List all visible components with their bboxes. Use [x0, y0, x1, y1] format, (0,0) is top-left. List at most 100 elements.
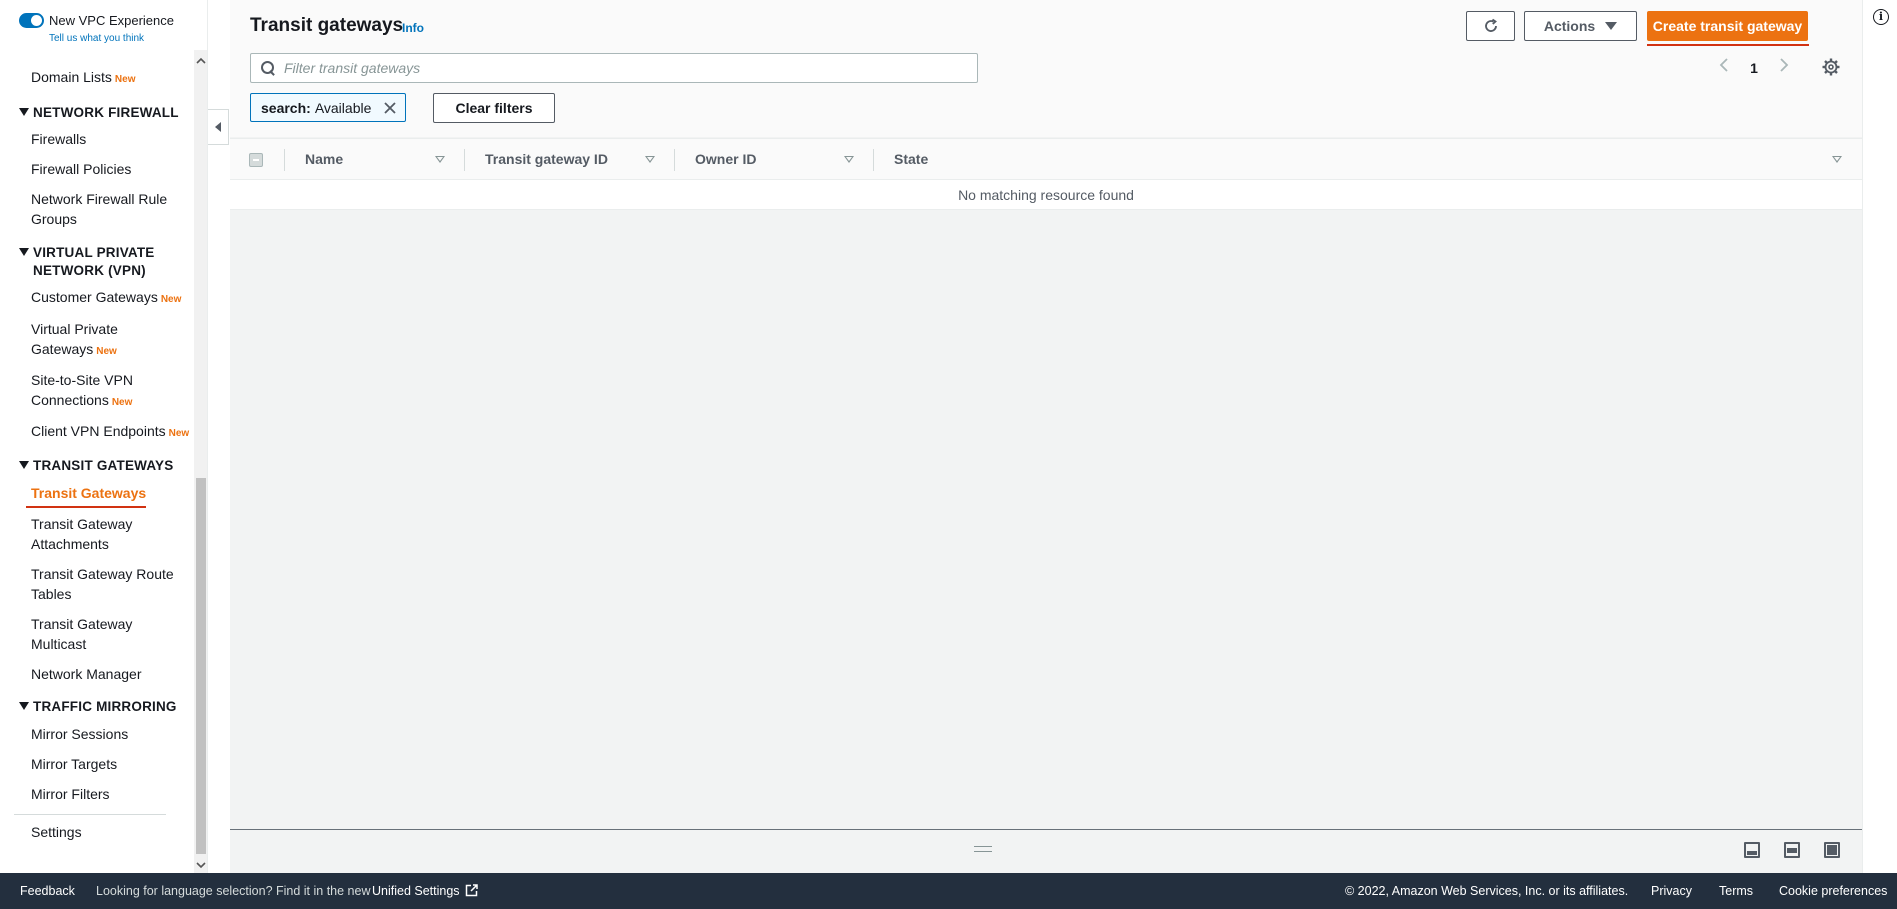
empty-table-message: No matching resource found [230, 180, 1862, 210]
column-separator[interactable] [873, 149, 874, 171]
sidebar-divider [14, 814, 166, 815]
search-input-container[interactable] [250, 53, 978, 83]
sidebar-item-transit-gateway-route-tables[interactable]: Transit Gateway Route Tables [31, 564, 191, 604]
collapse-sidebar-button[interactable] [208, 109, 229, 145]
panel-bottom-icon[interactable] [1744, 842, 1760, 858]
console-footer: Feedback Looking for language selection?… [0, 873, 1897, 909]
refresh-button[interactable] [1466, 11, 1515, 41]
sidebar-navigation: New VPC Experience Tell us what you thin… [0, 0, 208, 873]
vpc-experience-toggle[interactable]: New VPC Experience [19, 13, 174, 28]
section-label: VIRTUAL PRIVATE NETWORK (VPN) [33, 245, 155, 278]
vpc-feedback-link[interactable]: Tell us what you think [49, 33, 144, 44]
scroll-down-arrow-icon[interactable] [196, 860, 206, 870]
column-separator[interactable] [674, 149, 675, 171]
sidebar-item-label: Mirror Targets [31, 756, 118, 772]
filter-token-value: Available [314, 99, 372, 116]
sidebar-item-label: Transit Gateway Route Tables [31, 566, 174, 602]
panel-full-icon[interactable] [1824, 842, 1840, 858]
page-number[interactable]: 1 [1734, 60, 1774, 76]
language-notice: Looking for language selection? Find it … [96, 884, 371, 898]
section-label: NETWORK FIREWALL [33, 105, 179, 120]
sidebar-item-firewalls[interactable]: Firewalls [31, 129, 191, 149]
refresh-icon [1484, 18, 1497, 32]
clear-filters-button[interactable]: Clear filters [433, 93, 555, 123]
column-header-state[interactable]: State [894, 151, 928, 167]
sidebar-item-label: Transit Gateways [31, 485, 147, 501]
scroll-up-arrow-icon[interactable] [196, 56, 206, 66]
column-separator[interactable] [464, 149, 465, 171]
info-icon[interactable]: i [1873, 9, 1889, 25]
caret-left-icon [215, 122, 221, 132]
sidebar-item-label: Mirror Sessions [31, 726, 129, 742]
new-badge: New [111, 397, 133, 408]
sidebar-item-label: Firewall Policies [31, 161, 132, 177]
sort-icon[interactable] [1832, 156, 1842, 163]
sidebar-item-mirror-targets[interactable]: Mirror Targets [31, 754, 191, 774]
sidebar-item-label: Transit Gateway Attachments [31, 516, 133, 552]
select-all-checkbox[interactable] [249, 153, 263, 167]
copyright-text: © 2022, Amazon Web Services, Inc. or its… [1345, 884, 1629, 898]
sidebar-item-domain-lists[interactable]: Domain Lists New [31, 67, 191, 90]
drag-handle-icon[interactable] [974, 846, 992, 852]
sort-icon[interactable] [435, 156, 445, 163]
feedback-link[interactable]: Feedback [20, 884, 75, 898]
new-badge: New [160, 294, 182, 305]
search-input[interactable] [284, 60, 964, 76]
sidebar-item-customer-gateways[interactable]: Customer Gateways New [31, 287, 191, 310]
table-header-row: Name Transit gateway ID Owner ID State [230, 138, 1862, 180]
section-traffic-mirroring[interactable]: TRAFFIC MIRRORING [19, 698, 189, 716]
sidebar-item-settings[interactable]: Settings [31, 822, 191, 842]
vpc-toggle-label: New VPC Experience [49, 13, 174, 28]
actions-dropdown-button[interactable]: Actions [1524, 11, 1637, 41]
new-badge: New [96, 346, 117, 357]
sidebar-item-transit-gateway-multicast[interactable]: Transit Gateway Multicast [31, 614, 161, 654]
pagination: 1 [1714, 56, 1794, 79]
chevron-left-icon[interactable] [1714, 56, 1734, 79]
section-transit-gateways[interactable]: TRANSIT GATEWAYS [19, 457, 189, 475]
sidebar-item-network-manager[interactable]: Network Manager [31, 664, 191, 684]
sidebar-item-mirror-filters[interactable]: Mirror Filters [31, 784, 191, 804]
sidebar-item-label: Transit Gateway Multicast [31, 616, 133, 652]
sidebar-item-site-to-site-vpn[interactable]: Site-to-Site VPN Connections New [31, 370, 151, 413]
sidebar-scrollbar[interactable] [194, 50, 207, 873]
panel-side-icon[interactable] [1784, 842, 1800, 858]
sidebar-item-transit-gateway-attachments[interactable]: Transit Gateway Attachments [31, 514, 161, 554]
create-transit-gateway-button[interactable]: Create transit gateway [1647, 11, 1808, 41]
column-header-name[interactable]: Name [305, 151, 343, 167]
unified-settings-link[interactable]: Unified Settings [372, 884, 478, 898]
chevron-right-icon[interactable] [1774, 56, 1794, 79]
sort-icon[interactable] [645, 156, 655, 163]
filter-token-key: search: [261, 99, 311, 116]
scroll-thumb[interactable] [196, 478, 206, 854]
gear-icon[interactable] [1822, 58, 1840, 76]
sort-icon[interactable] [844, 156, 854, 163]
terms-link[interactable]: Terms [1719, 884, 1753, 898]
sidebar-item-mirror-sessions[interactable]: Mirror Sessions [31, 724, 191, 744]
sidebar-item-label: Client VPN Endpoints [31, 423, 166, 439]
column-header-owner-id[interactable]: Owner ID [695, 151, 756, 167]
unified-settings-label: Unified Settings [372, 884, 460, 898]
sidebar-item-label: Domain Lists [31, 69, 112, 85]
external-link-icon [465, 884, 478, 897]
sidebar-item-client-vpn-endpoints[interactable]: Client VPN Endpoints New [31, 421, 206, 444]
sidebar-item-transit-gateways[interactable]: Transit Gateways [31, 483, 191, 503]
privacy-link[interactable]: Privacy [1651, 884, 1692, 898]
sidebar-item-label: Network Manager [31, 666, 142, 682]
sidebar-item-network-firewall-rule-groups[interactable]: Network Firewall Rule Groups [31, 189, 181, 229]
table-header-area: Transit gateways Info Actions Create tra… [230, 0, 1862, 137]
sidebar-item-label: Mirror Filters [31, 786, 110, 802]
section-vpn[interactable]: VIRTUAL PRIVATE NETWORK (VPN) [19, 244, 189, 280]
sidebar-item-firewall-policies[interactable]: Firewall Policies [31, 159, 191, 179]
sidebar-item-virtual-private-gateways[interactable]: Virtual Private Gateways New [31, 319, 141, 362]
create-button-underline [1647, 44, 1809, 46]
toggle-switch-icon[interactable] [19, 13, 44, 28]
section-label: TRANSIT GATEWAYS [33, 458, 174, 473]
split-panel-bar [230, 829, 1862, 873]
column-header-transit-gateway-id[interactable]: Transit gateway ID [485, 151, 608, 167]
info-link[interactable]: Info [402, 21, 424, 35]
cookie-preferences-link[interactable]: Cookie preferences [1779, 884, 1887, 898]
caret-down-icon [19, 248, 29, 256]
section-label: TRAFFIC MIRRORING [33, 699, 177, 714]
section-network-firewall[interactable]: NETWORK FIREWALL [19, 104, 189, 122]
close-icon[interactable] [379, 97, 401, 119]
